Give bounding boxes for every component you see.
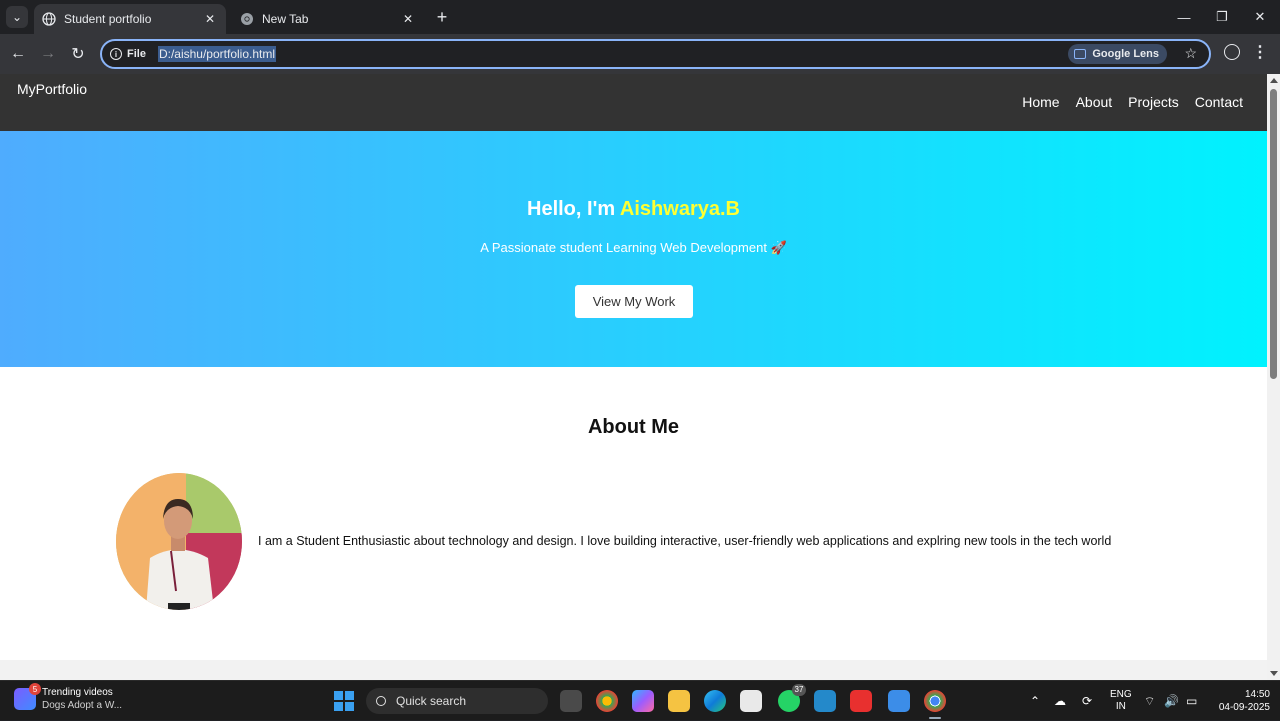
tab-title: Student portfolio: [64, 12, 152, 26]
google-lens-button[interactable]: Google Lens: [1068, 44, 1167, 64]
restore-icon[interactable]: ❐: [1204, 4, 1240, 30]
date: 04-09-2025: [1218, 702, 1270, 713]
tab-strip: ⌄ Student portfolio ✕ New Tab ✕ + — ❐ ✕: [0, 0, 1280, 34]
tab-new-tab[interactable]: New Tab ✕: [232, 4, 424, 34]
widget-title: Trending videos: [42, 687, 113, 698]
battery-icon[interactable]: ▭: [1186, 694, 1197, 708]
nav-link-about[interactable]: About: [1076, 94, 1113, 110]
taskbar-search[interactable]: Quick search: [366, 688, 548, 714]
tab-title: New Tab: [262, 12, 309, 26]
next-section: [0, 660, 1267, 680]
chevron-up-icon[interactable]: ⌃: [1030, 694, 1040, 708]
about-title: About Me: [587, 416, 680, 438]
scroll-down-icon[interactable]: [1270, 671, 1278, 676]
widgets-button[interactable]: 5 Trending videos Dogs Adopt a W...: [14, 683, 123, 712]
forward-arrow-icon[interactable]: →: [36, 42, 60, 66]
store-icon[interactable]: [740, 690, 762, 712]
back-arrow-icon[interactable]: ←: [6, 42, 30, 66]
site-info-label: File: [127, 48, 146, 60]
edge-icon[interactable]: [704, 690, 726, 712]
site-info-chip[interactable]: i File: [110, 48, 146, 60]
hero-section: Hello, I'm Aishwarya.B A Passionate stud…: [0, 131, 1267, 367]
minimize-icon[interactable]: —: [1166, 4, 1202, 30]
language-indicator[interactable]: ENG IN: [1110, 681, 1132, 721]
wps-office-icon[interactable]: [850, 690, 872, 712]
about-text: I am a Student Enthusiastic about techno…: [258, 534, 1112, 548]
widget-badge: 5: [29, 683, 41, 695]
close-tab-icon[interactable]: ✕: [400, 11, 416, 27]
onedrive-icon[interactable]: ☁: [1054, 694, 1066, 708]
chrome-active-icon[interactable]: [924, 690, 946, 719]
volume-icon[interactable]: 🔊: [1164, 694, 1179, 708]
menu-icon[interactable]: ⋮: [1252, 42, 1268, 62]
site-logo[interactable]: MyPortfolio: [17, 81, 87, 97]
copilot-icon[interactable]: [632, 690, 654, 712]
profile-icon[interactable]: [1224, 44, 1240, 60]
sync-icon[interactable]: ⟳: [1082, 694, 1092, 708]
new-tab-button[interactable]: +: [432, 8, 452, 28]
nav-link-contact[interactable]: Contact: [1195, 94, 1243, 110]
clock[interactable]: 14:50 04-09-2025: [1219, 681, 1270, 721]
page-scrollbar[interactable]: [1267, 74, 1280, 680]
nav-link-home[interactable]: Home: [1022, 94, 1059, 110]
profile-photo: [116, 473, 242, 610]
time: 14:50: [1244, 689, 1270, 700]
url-text[interactable]: D:/aishu/portfolio.html: [157, 46, 277, 62]
nav-link-projects[interactable]: Projects: [1128, 94, 1179, 110]
address-bar[interactable]: i File D:/aishu/portfolio.html Google Le…: [100, 39, 1211, 69]
lens-label: Google Lens: [1092, 48, 1159, 60]
search-label: Quick search: [396, 694, 467, 708]
hero-tagline: A Passionate student Learning Web Develo…: [480, 240, 787, 255]
hero-name: Aishwarya.B: [619, 198, 740, 220]
search-icon: [376, 696, 386, 706]
nav-links: Home About Projects Contact: [1022, 94, 1243, 110]
info-icon: i: [110, 48, 122, 60]
windows-start-icon[interactable]: [334, 691, 354, 711]
lang-top: ENG: [1110, 689, 1132, 700]
browser-toolbar: ← → ↻ i File D:/aishu/portfolio.html Goo…: [0, 34, 1280, 74]
video-widget-icon: 5: [14, 683, 41, 710]
task-view-icon[interactable]: [560, 690, 582, 712]
person-photo-icon: [116, 473, 242, 610]
taskbar: 5 Trending videos Dogs Adopt a W... Quic…: [0, 680, 1280, 720]
lens-icon: [1074, 49, 1087, 59]
chevron-down-icon: ⌄: [11, 10, 23, 24]
hero-heading: Hello, I'm Aishwarya.B: [0, 198, 1267, 221]
globe-icon: [42, 12, 56, 26]
widget-subtitle: Dogs Adopt a W...: [42, 700, 123, 711]
view-my-work-button[interactable]: View My Work: [575, 285, 693, 318]
scroll-up-icon[interactable]: [1270, 78, 1278, 83]
close-window-icon[interactable]: ✕: [1242, 4, 1278, 30]
vscode-icon[interactable]: [814, 690, 836, 712]
reload-icon[interactable]: ↻: [66, 42, 90, 66]
bookmark-star-icon[interactable]: ☆: [1184, 45, 1197, 62]
whatsapp-icon[interactable]: 37: [778, 684, 806, 712]
wifi-icon[interactable]: ⌔: [1144, 694, 1155, 709]
file-explorer-icon[interactable]: [668, 690, 690, 712]
tab-search-button[interactable]: ⌄: [6, 6, 28, 28]
close-tab-icon[interactable]: ✕: [202, 11, 218, 27]
scroll-thumb[interactable]: [1270, 89, 1277, 379]
chrome-icon: [241, 13, 253, 25]
paint-icon[interactable]: [888, 690, 910, 712]
lang-bottom: IN: [1115, 701, 1126, 712]
chrome-app-icon[interactable]: [596, 690, 618, 712]
whatsapp-count-badge: 37: [792, 684, 806, 696]
site-navbar: MyPortfolio Home About Projects Contact: [0, 74, 1267, 131]
tab-student-portfolio[interactable]: Student portfolio ✕: [34, 4, 226, 34]
hero-greeting: Hello, I'm: [527, 198, 620, 220]
page-viewport: MyPortfolio Home About Projects Contact …: [0, 74, 1267, 680]
